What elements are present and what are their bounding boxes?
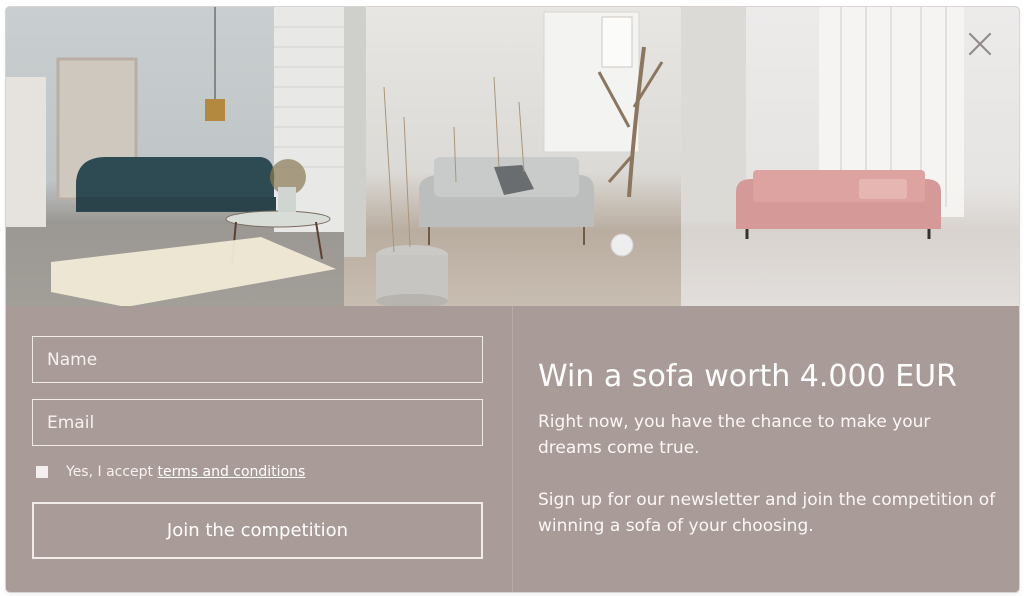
- terms-checkbox[interactable]: [36, 466, 48, 478]
- promo-paragraph-2: Sign up for our newsletter and join the …: [538, 490, 996, 536]
- promo-paragraph-1: Right now, you have the chance to make y…: [538, 412, 931, 458]
- promo-copy: Win a sofa worth 4.000 EUR Right now, yo…: [513, 306, 1019, 592]
- terms-link[interactable]: terms and conditions: [158, 464, 306, 480]
- newsletter-modal: Yes, I accept terms and conditions Join …: [6, 7, 1019, 592]
- email-field[interactable]: [32, 399, 483, 446]
- teal-sofa-illustration: [6, 7, 344, 306]
- name-field[interactable]: [32, 336, 483, 383]
- living-room-teal-sofa-image: [6, 7, 344, 306]
- headline: Win a sofa worth 4.000 EUR: [538, 359, 957, 394]
- join-competition-button[interactable]: Join the competition: [32, 502, 483, 559]
- signup-form: Yes, I accept terms and conditions Join …: [6, 306, 512, 592]
- hero-images: [6, 7, 1019, 306]
- consent-label: Yes, I accept: [66, 464, 154, 480]
- living-room-grey-sofa-image: [344, 7, 681, 306]
- close-icon[interactable]: [965, 29, 995, 59]
- grey-sofa-illustration: [344, 7, 664, 306]
- consent-row: Yes, I accept terms and conditions: [36, 464, 305, 480]
